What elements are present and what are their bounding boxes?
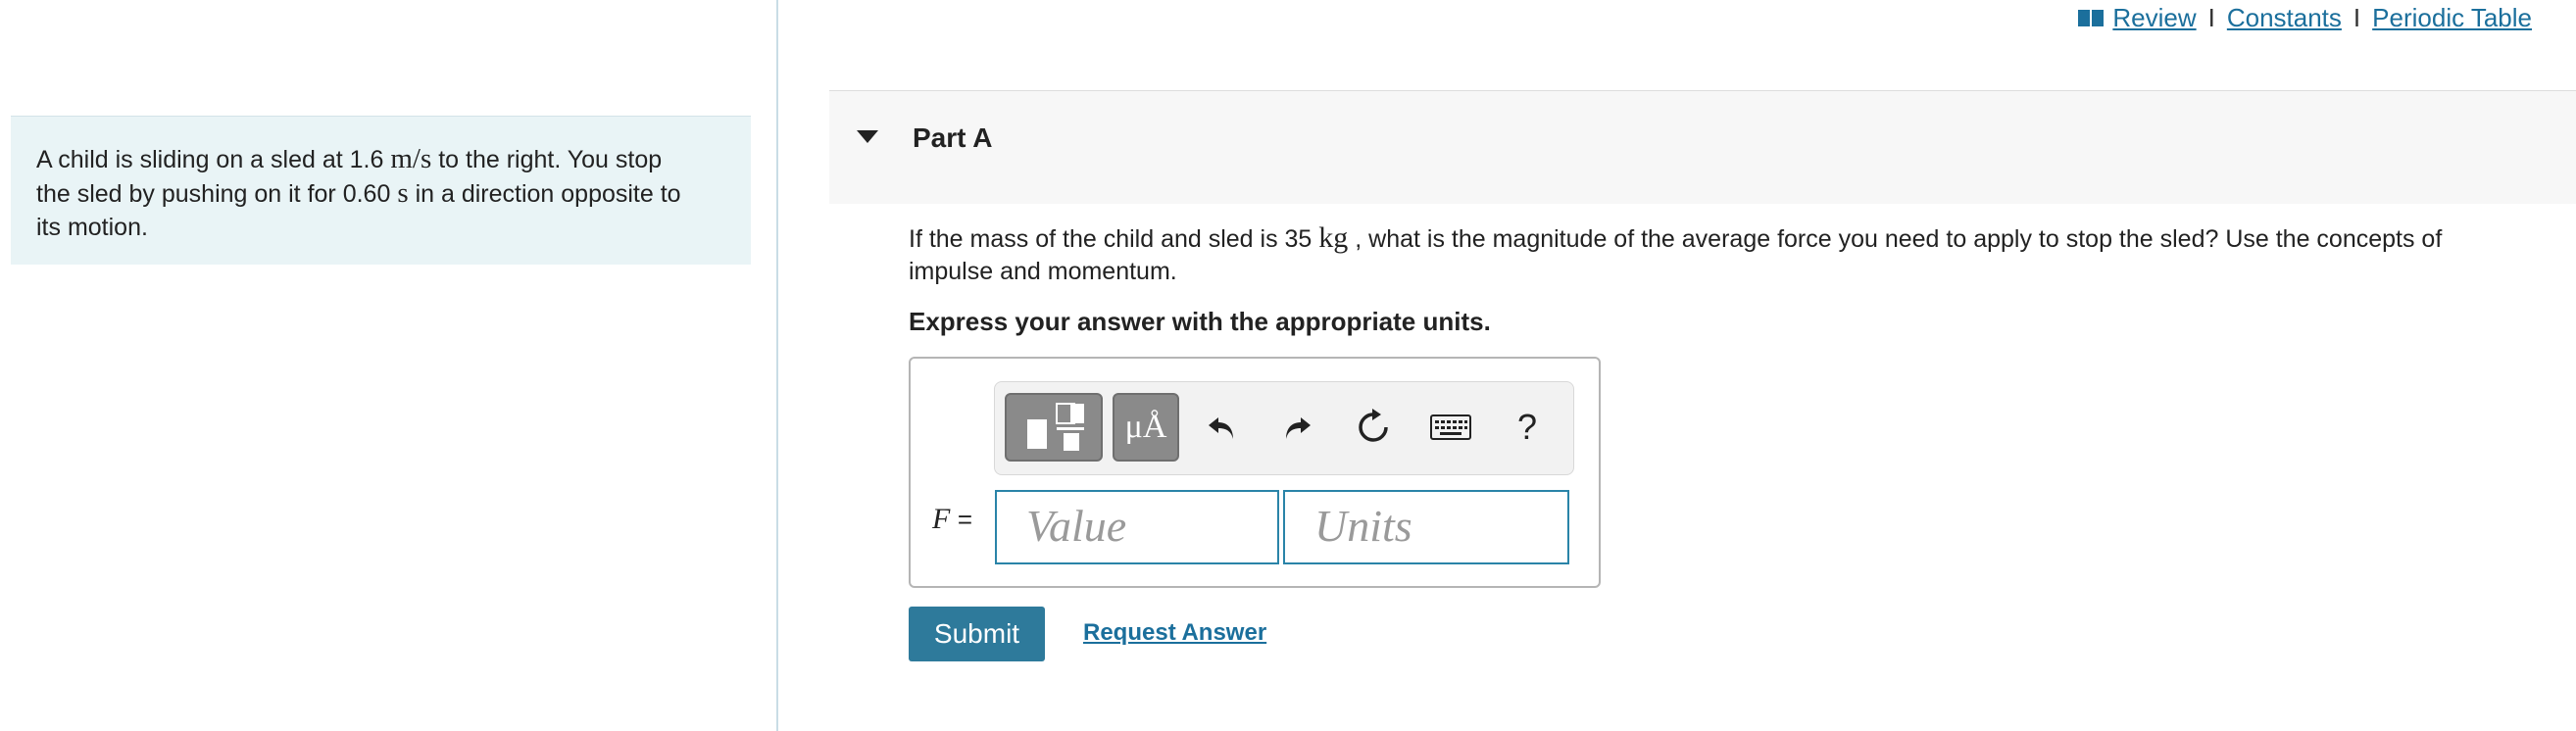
context-line-3: its motion. bbox=[36, 214, 148, 241]
undo-icon bbox=[1209, 417, 1233, 439]
problem-context: A child is sliding on a sled at 1.6 m/s … bbox=[11, 116, 751, 265]
units-input[interactable]: Units bbox=[1283, 490, 1569, 564]
redo-button[interactable] bbox=[1269, 393, 1324, 462]
help-button[interactable]: ? bbox=[1503, 393, 1552, 462]
units-button[interactable]: μÅ bbox=[1113, 393, 1179, 462]
reset-icon bbox=[1359, 409, 1388, 442]
caret-down-icon[interactable] bbox=[857, 130, 878, 143]
resource-links: Review I Constants I Periodic Table bbox=[2077, 0, 2532, 35]
variable-label: F = bbox=[932, 503, 973, 535]
submit-button[interactable]: Submit bbox=[909, 607, 1045, 661]
math-toolbar: μÅ ? bbox=[994, 381, 1574, 475]
context-line-1: A child is sliding on a sled at 1.6 m/s … bbox=[36, 143, 663, 174]
periodic-table-link[interactable]: Periodic Table bbox=[2372, 3, 2532, 33]
pane-divider bbox=[776, 0, 778, 731]
redo-icon bbox=[1286, 417, 1311, 439]
answer-instruction: Express your answer with the appropriate… bbox=[909, 307, 1491, 336]
keyboard-icon bbox=[1430, 414, 1471, 440]
review-link[interactable]: Review bbox=[2112, 3, 2196, 33]
templates-button[interactable] bbox=[1005, 393, 1103, 462]
request-answer-link[interactable]: Request Answer bbox=[1083, 619, 1266, 647]
link-separator: I bbox=[2353, 2, 2361, 32]
value-input[interactable]: Value bbox=[995, 490, 1279, 564]
book-icon bbox=[2078, 10, 2105, 26]
answer-box: μÅ ? F = Value Units bbox=[909, 357, 1601, 588]
link-separator: I bbox=[2207, 2, 2215, 32]
question-text: If the mass of the child and sled is 35 … bbox=[909, 221, 2443, 285]
context-line-2: the sled by pushing on it for 0.60 s in … bbox=[36, 177, 681, 209]
templates-icon bbox=[1027, 403, 1084, 451]
part-a-header[interactable]: Part A bbox=[829, 90, 2576, 204]
reset-button[interactable] bbox=[1346, 393, 1401, 462]
part-title: Part A bbox=[913, 122, 993, 153]
constants-link[interactable]: Constants bbox=[2227, 3, 2342, 33]
undo-button[interactable] bbox=[1195, 393, 1250, 462]
keyboard-button[interactable] bbox=[1416, 393, 1485, 462]
